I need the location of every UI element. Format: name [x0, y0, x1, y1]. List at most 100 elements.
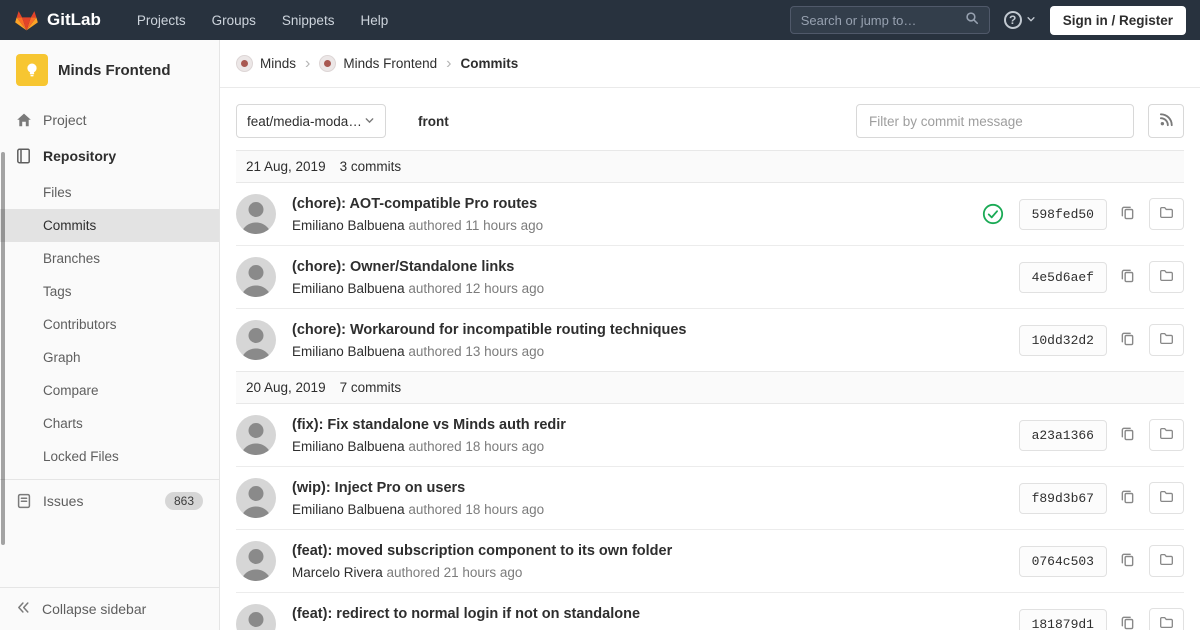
commits-toolbar: feat/media-modal… front [236, 104, 1184, 138]
layout: Minds Frontend Project Repository Files C… [0, 40, 1200, 630]
browse-files-button[interactable] [1149, 545, 1184, 577]
browse-files-button[interactable] [1149, 324, 1184, 356]
breadcrumb: Minds › Minds Frontend › Commits [220, 40, 1200, 88]
commit-row: (chore): Workaround for incompatible rou… [236, 309, 1184, 371]
sidebar-item-contributors[interactable]: Contributors [0, 308, 219, 341]
commits-feed-button[interactable] [1148, 104, 1184, 138]
breadcrumb-item-minds[interactable]: Minds [236, 55, 296, 72]
pipeline-passed-icon[interactable] [982, 203, 1004, 225]
copy-sha-button[interactable] [1118, 266, 1137, 288]
sidebar-item-charts[interactable]: Charts [0, 407, 219, 440]
issues-icon [16, 493, 32, 509]
branch-selector-dropdown[interactable]: feat/media-modal… [236, 104, 386, 138]
commit-sha-button[interactable]: 4e5d6aef [1018, 261, 1107, 293]
commit-sha-button[interactable]: 0764c503 [1018, 545, 1107, 577]
sign-in-register-button[interactable]: Sign in / Register [1049, 5, 1186, 35]
help-menu[interactable]: ? [1003, 11, 1036, 29]
browse-files-button[interactable] [1149, 198, 1184, 230]
commit-title-link[interactable]: (feat): redirect to normal login if not … [292, 606, 640, 622]
breadcrumb-item-minds-frontend[interactable]: Minds Frontend [319, 55, 437, 72]
repository-icon [16, 148, 32, 164]
sidebar-item-project[interactable]: Project [0, 102, 219, 138]
chevron-down-icon [364, 114, 375, 129]
browse-files-button[interactable] [1149, 419, 1184, 451]
navbar-item-help[interactable]: Help [350, 8, 398, 33]
commit-row: (feat): redirect to normal login if not … [236, 593, 1184, 630]
rss-icon [1159, 112, 1174, 130]
collapse-sidebar-button[interactable]: Collapse sidebar [0, 587, 219, 630]
commit-title-link[interactable]: (feat): moved subscription component to … [292, 543, 672, 559]
copy-sha-button[interactable] [1118, 550, 1137, 572]
author-avatar [236, 604, 276, 630]
help-icon: ? [1003, 11, 1022, 29]
author-avatar [236, 478, 276, 518]
breadcrumb-separator: › [305, 54, 311, 72]
sidebar-item-label: Issues [43, 493, 84, 509]
commit-row: (feat): moved subscription component to … [236, 530, 1184, 593]
sidebar-item-files[interactable]: Files [0, 176, 219, 209]
copy-sha-button[interactable] [1118, 203, 1137, 225]
commit-author-link[interactable]: Emiliano Balbuena [292, 502, 405, 517]
commit-group: (fix): Fix standalone vs Minds auth redi… [236, 404, 1184, 630]
sidebar-item-locked-files[interactable]: Locked Files [0, 440, 219, 473]
navbar-item-snippets[interactable]: Snippets [272, 8, 345, 33]
commit-actions: 4e5d6aef [1018, 261, 1184, 293]
sidebar-item-repository[interactable]: Repository [0, 138, 219, 174]
sidebar-item-commits[interactable]: Commits [0, 209, 219, 242]
copy-sha-button[interactable] [1118, 424, 1137, 446]
sidebar-item-issues[interactable]: Issues 863 [0, 479, 219, 522]
sidebar-scrollbar[interactable] [1, 152, 5, 545]
commit-info: (chore): Owner/Standalone links Emiliano … [292, 258, 1003, 296]
breadcrumb-avatar [319, 55, 337, 72]
gitlab-home-link[interactable]: GitLab [14, 8, 101, 32]
navbar-item-groups[interactable]: Groups [202, 8, 266, 33]
commit-author-link[interactable]: Emiliano Balbuena [292, 281, 405, 296]
commit-title-link[interactable]: (wip): Inject Pro on users [292, 480, 465, 496]
commit-author-link[interactable]: Marcelo Rivera [292, 565, 383, 580]
folder-icon [1159, 489, 1174, 507]
commit-sha-button[interactable]: 181879d1 [1018, 608, 1107, 630]
commit-title-link[interactable]: (chore): Workaround for incompatible rou… [292, 322, 686, 338]
sidebar-item-branches[interactable]: Branches [0, 242, 219, 275]
sidebar-project-header[interactable]: Minds Frontend [0, 40, 219, 102]
sidebar-item-tags[interactable]: Tags [0, 275, 219, 308]
commit-meta: Emiliano Balbuena authored 18 hours ago [292, 439, 1003, 454]
copy-icon [1120, 552, 1135, 570]
commit-sha-button[interactable]: 10dd32d2 [1018, 324, 1107, 356]
commit-sha-button[interactable]: 598fed50 [1018, 198, 1107, 230]
commit-count: 7 commits [339, 380, 402, 395]
commit-meta-text: authored 13 hours ago [404, 344, 545, 359]
branch-name: feat/media-modal… [247, 113, 364, 129]
commit-date-header: 20 Aug, 2019 7 commits [236, 371, 1184, 404]
commit-date-header: 21 Aug, 2019 3 commits [236, 150, 1184, 183]
commit-sha-button[interactable]: f89d3b67 [1018, 482, 1107, 514]
folder-icon [1159, 268, 1174, 286]
commit-author-link[interactable]: Emiliano Balbuena [292, 218, 405, 233]
ref-path-label: front [418, 113, 449, 129]
commit-info: (chore): AOT-compatible Pro routes Emilia… [292, 195, 966, 233]
gitlab-tanuki-logo-icon [14, 8, 39, 32]
brand-name: GitLab [47, 10, 101, 29]
navbar-menu: Projects Groups Snippets Help [127, 8, 398, 33]
commit-title-link[interactable]: (chore): AOT-compatible Pro routes [292, 196, 537, 212]
browse-files-button[interactable] [1149, 608, 1184, 630]
commit-row: (chore): AOT-compatible Pro routes Emilia… [236, 183, 1184, 246]
navbar-item-projects[interactable]: Projects [127, 8, 196, 33]
commit-author-link[interactable]: Emiliano Balbuena [292, 439, 405, 454]
commit-author-link[interactable]: Emiliano Balbuena [292, 344, 405, 359]
commit-title-link[interactable]: (chore): Owner/Standalone links [292, 259, 514, 275]
commit-filter-input[interactable] [856, 104, 1134, 138]
browse-files-button[interactable] [1149, 482, 1184, 514]
commit-meta-text: authored 11 hours ago [404, 218, 544, 233]
browse-files-button[interactable] [1149, 261, 1184, 293]
copy-sha-button[interactable] [1118, 329, 1137, 351]
commit-title-link[interactable]: (fix): Fix standalone vs Minds auth redi… [292, 417, 566, 433]
copy-sha-button[interactable] [1118, 487, 1137, 509]
breadcrumb-avatar [236, 55, 253, 72]
sidebar-item-compare[interactable]: Compare [0, 374, 219, 407]
sidebar-item-graph[interactable]: Graph [0, 341, 219, 374]
navbar-search-input[interactable]: Search or jump to… [789, 6, 990, 34]
folder-icon [1159, 552, 1174, 570]
commit-sha-button[interactable]: a23a1366 [1018, 419, 1107, 451]
copy-sha-button[interactable] [1118, 613, 1137, 630]
